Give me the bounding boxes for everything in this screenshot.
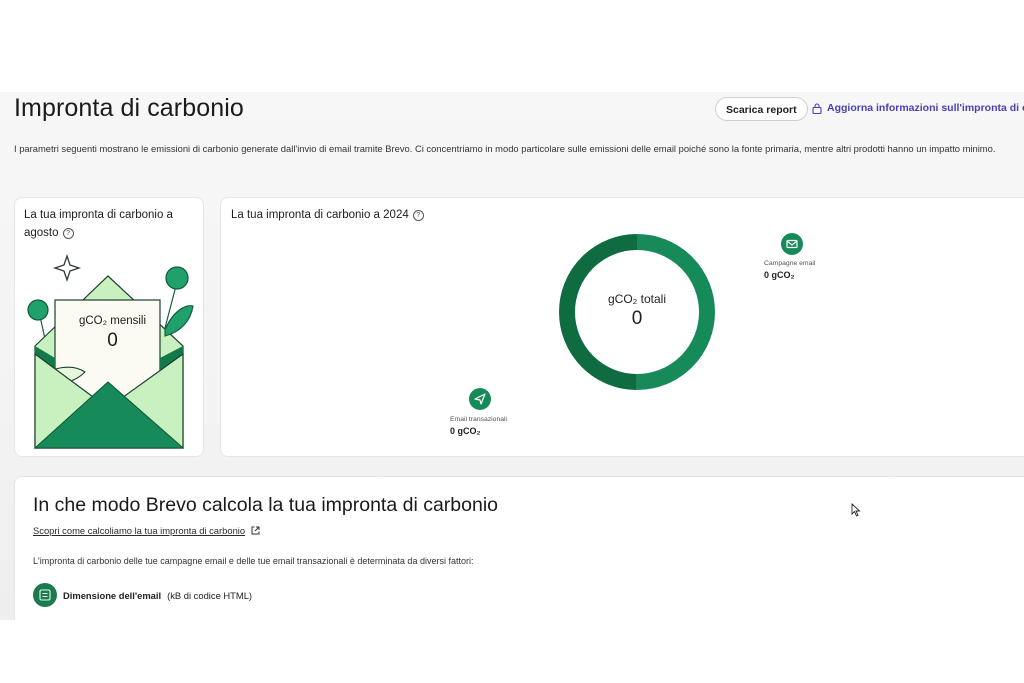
monthly-footprint-card: La tua impronta di carbonio a agosto? gC… [14,197,204,457]
update-carbon-info-link[interactable]: Aggiorna informazioni sull'impronta di c… [812,102,1024,114]
legend-campaigns-name: Campagne email [764,260,816,267]
monthly-metric-label: gCO₂ mensili [78,315,147,327]
send-icon [469,388,491,410]
donut-total-value: 0 [631,308,643,329]
envelope-illustration [27,253,194,449]
email-size-icon [33,583,57,607]
factor-detail: (kB di codice HTML) [167,589,253,601]
how-section-text: L'impronta di carbonio delle tue campagn… [33,556,474,566]
donut-total-label: gCO₂ totali [607,292,666,306]
update-link-label: Aggiorna informazioni sull'impronta di c… [827,102,1024,114]
how-section-title: In che modo Brevo calcola la tua impront… [33,494,499,516]
how-brevo-calculates-section: In che modo Brevo calcola la tua impront… [14,476,1024,620]
legend-transactional-name: Email transazionali [450,416,508,423]
factor-email-size: Dimensione dell'email (kB di codice HTML… [33,583,252,607]
download-report-button[interactable]: Scarica report [715,97,808,121]
legend-transactional-value: 0 gCO₂ [450,426,481,436]
external-link-icon [251,526,260,535]
mouse-cursor-icon [851,503,861,517]
yearly-card-title: La tua impronta di carbonio a 2024? [231,206,424,224]
factor-name: Dimensione dell'email [63,589,162,601]
page-description: I parametri seguenti mostrano le emissio… [14,143,996,154]
app-screen: Impronta di carbonio Scarica report Aggi… [0,92,1024,620]
help-icon[interactable]: ? [412,210,424,221]
lock-icon [812,102,822,114]
learn-more-link[interactable]: Scopri come calcoliamo la tua impronta d… [33,525,260,536]
monthly-metric-value: 0 [107,330,118,351]
yearly-card-title-text: La tua impronta di carbonio a 2024 [231,209,409,221]
mail-icon [781,233,803,255]
legend-campaigns-value: 0 gCO₂ [764,270,795,280]
learn-more-link-label: Scopri come calcoliamo la tua impronta d… [33,525,246,536]
page-title: Impronta di carbonio [14,94,244,122]
